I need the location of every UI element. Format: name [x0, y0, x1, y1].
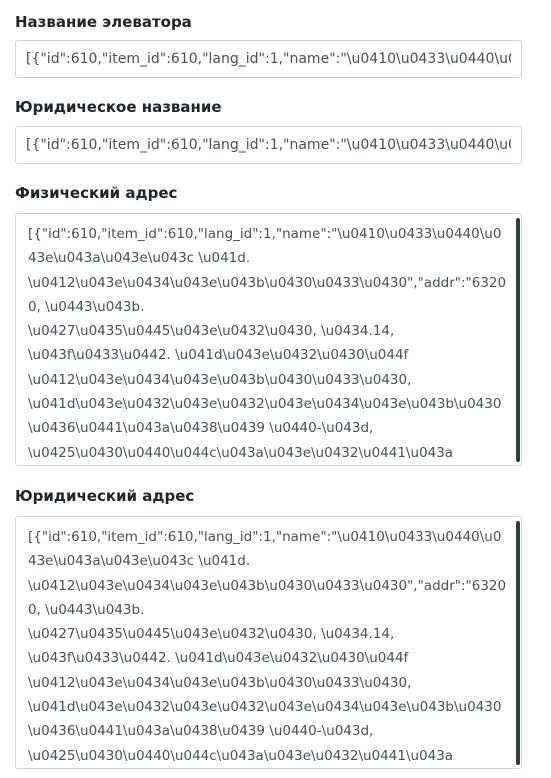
physical-address-scrollbar[interactable] [516, 218, 520, 462]
legal-address-textarea[interactable]: [{"id":610,"item_id":610,"lang_id":1,"na… [16, 517, 521, 768]
elevator-name-field: Название элеватора [15, 12, 522, 78]
elevator-name-label: Название элеватора [15, 13, 192, 31]
legal-address-scrollbar[interactable] [516, 521, 520, 765]
legal-name-label: Юридическое название [15, 98, 222, 116]
legal-address-field: Юридический адрес [{"id":610,"item_id":6… [15, 486, 522, 769]
physical-address-field: Физический адрес [{"id":610,"item_id":61… [15, 183, 522, 466]
legal-address-textarea-wrapper: [{"id":610,"item_id":610,"lang_id":1,"na… [15, 516, 522, 769]
physical-address-textarea[interactable]: [{"id":610,"item_id":610,"lang_id":1,"na… [16, 214, 521, 465]
legal-address-label: Юридический адрес [15, 487, 195, 505]
physical-address-textarea-wrapper: [{"id":610,"item_id":610,"lang_id":1,"na… [15, 213, 522, 466]
physical-address-label: Физический адрес [15, 184, 178, 202]
legal-name-field: Юридическое название [15, 97, 522, 164]
elevator-name-input[interactable] [15, 40, 522, 78]
legal-name-input[interactable] [15, 126, 522, 164]
